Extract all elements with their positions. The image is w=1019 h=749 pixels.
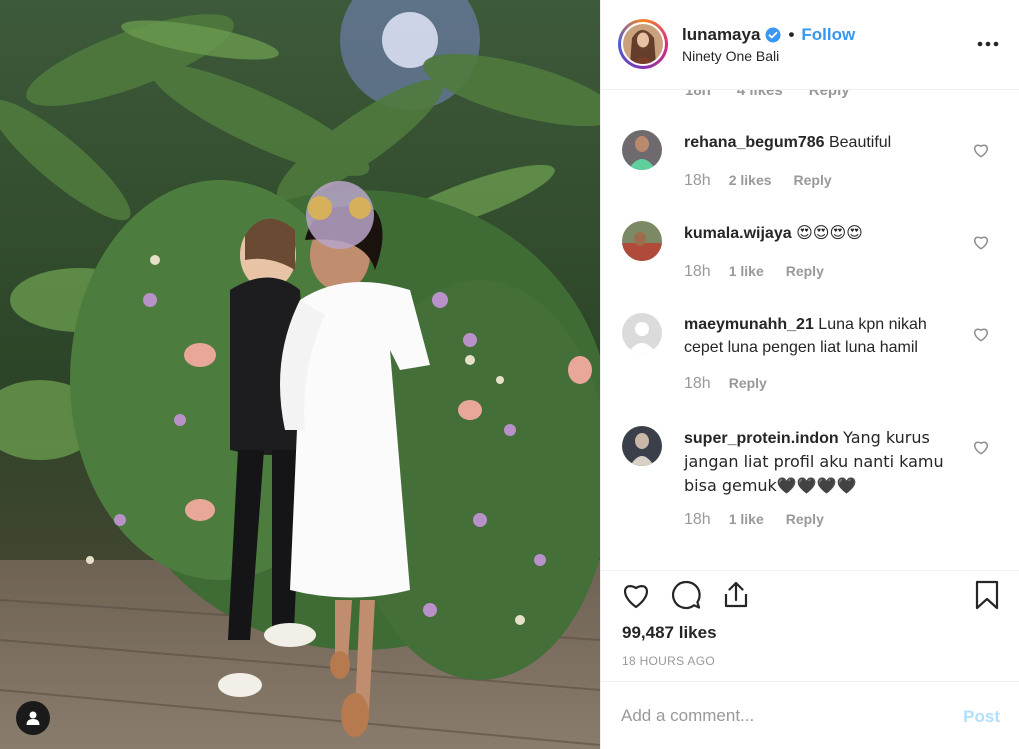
comment-text-block: kumala.wijaya 😍😍😍😍 xyxy=(684,221,964,245)
comment-likes[interactable]: 2 likes xyxy=(729,172,772,188)
commenter-avatar[interactable] xyxy=(622,221,662,261)
default-avatar-icon xyxy=(622,313,662,353)
author-avatar[interactable] xyxy=(618,19,668,69)
verified-badge-icon xyxy=(765,27,781,43)
comment-input[interactable] xyxy=(621,702,941,730)
share-icon[interactable] xyxy=(720,579,752,611)
post-comment-button[interactable]: Post xyxy=(963,707,1000,727)
comment-text: Beautiful xyxy=(828,134,892,151)
commenter-avatar[interactable] xyxy=(622,313,662,353)
comment-icon[interactable] xyxy=(670,579,702,611)
person-icon xyxy=(26,711,40,725)
bookmark-icon[interactable] xyxy=(971,579,1003,611)
reply-button[interactable]: Reply xyxy=(729,375,767,391)
post-location[interactable]: Ninety One Bali xyxy=(682,48,779,64)
comment-meta: 18h Reply xyxy=(684,375,767,393)
truncated-comment-meta: 18h 4 likes Reply xyxy=(685,90,850,99)
post-timestamp[interactable]: 18 HOURS AGO xyxy=(622,654,715,668)
header-separator: • xyxy=(788,25,795,44)
post-side-panel: lunamaya • Follow Ninety One Bali 18h 4 … xyxy=(600,0,1019,749)
comment-text: 😍😍😍😍 xyxy=(796,223,863,242)
add-comment-bar: Post xyxy=(601,681,1019,749)
like-comment-heart-icon[interactable] xyxy=(972,233,990,251)
commenter-username[interactable]: maeymunahh_21 xyxy=(684,316,814,333)
like-comment-heart-icon[interactable] xyxy=(972,325,990,343)
comment-likes[interactable]: 4 likes xyxy=(737,90,783,99)
post-image xyxy=(0,0,600,749)
comment-time: 18h xyxy=(685,90,711,99)
like-comment-heart-icon[interactable] xyxy=(972,438,990,456)
post-photo[interactable] xyxy=(0,0,600,749)
follow-button[interactable]: Follow xyxy=(801,25,855,45)
commenter-username[interactable]: super_protein.indon xyxy=(684,430,839,447)
comment-time: 18h xyxy=(684,375,711,392)
comment-meta: 18h 1 like Reply xyxy=(684,511,824,529)
comment-time: 18h xyxy=(684,263,711,280)
avatar-image xyxy=(622,130,662,170)
commenter-avatar[interactable] xyxy=(622,130,662,170)
comment-time: 18h xyxy=(684,511,711,528)
comment-meta: 18h 1 like Reply xyxy=(684,263,824,281)
heart-icon[interactable] xyxy=(620,579,652,611)
reply-button[interactable]: Reply xyxy=(786,511,824,527)
comments-list[interactable]: 18h 4 likes Reply rehana_begum786 Beauti… xyxy=(601,90,1019,570)
avatar-image xyxy=(622,426,662,466)
reply-button[interactable]: Reply xyxy=(794,172,832,188)
author-username[interactable]: lunamaya xyxy=(682,25,760,45)
commenter-username[interactable]: rehana_begum786 xyxy=(684,134,825,151)
comment-text-block: super_protein.indon Yang kurus jangan li… xyxy=(684,426,964,498)
comment-likes[interactable]: 1 like xyxy=(729,263,764,279)
like-comment-heart-icon[interactable] xyxy=(972,141,990,159)
reply-button[interactable]: Reply xyxy=(809,90,850,99)
tagged-users-button[interactable] xyxy=(16,701,50,735)
comment-meta: 18h 2 likes Reply xyxy=(684,172,832,190)
commenter-avatar[interactable] xyxy=(622,426,662,466)
post-header: lunamaya • Follow Ninety One Bali xyxy=(601,0,1019,90)
likes-count[interactable]: 99,487 likes xyxy=(622,623,717,643)
avatar-image xyxy=(623,24,663,64)
reply-button[interactable]: Reply xyxy=(786,263,824,279)
avatar-image xyxy=(622,221,662,261)
comment-likes[interactable]: 1 like xyxy=(729,511,764,527)
comment-text-block: maeymunahh_21 Luna kpn nikah cepet luna … xyxy=(684,313,964,359)
more-options-icon[interactable] xyxy=(976,34,1000,54)
commenter-username[interactable]: kumala.wijaya xyxy=(684,225,792,242)
comment-text-block: rehana_begum786 Beautiful xyxy=(684,131,964,154)
comment-time: 18h xyxy=(684,172,711,189)
post-actions: 99,487 likes 18 HOURS AGO xyxy=(601,570,1019,680)
